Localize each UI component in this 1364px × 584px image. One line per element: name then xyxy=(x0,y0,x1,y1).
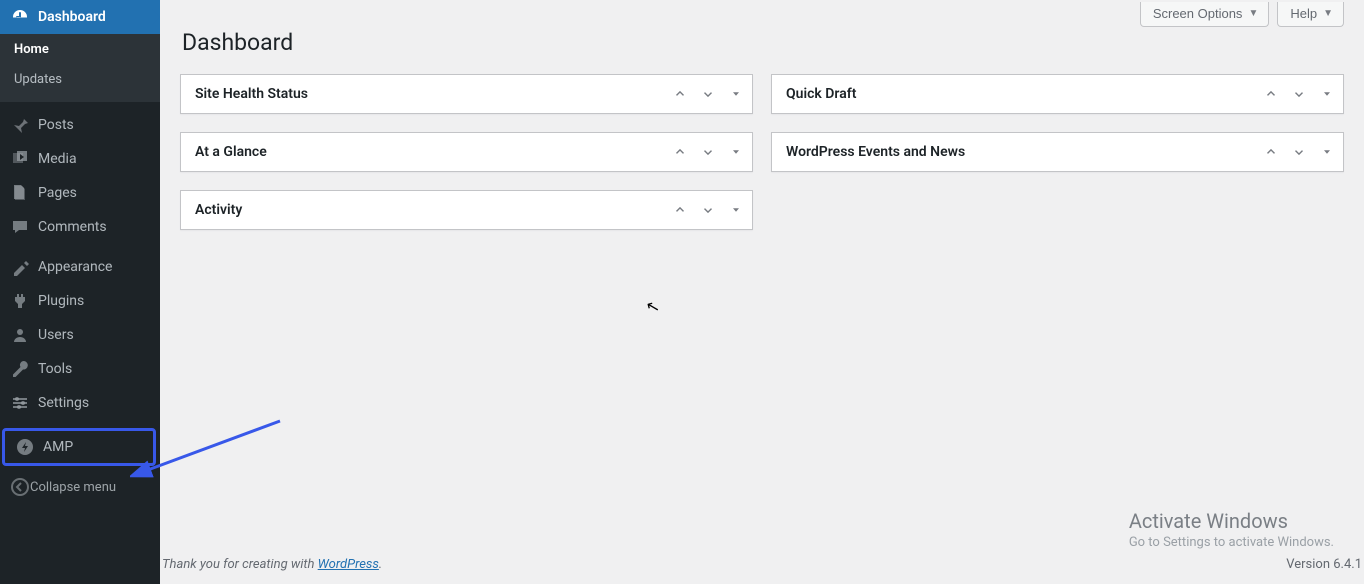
sidebar-subitem-label: Home xyxy=(14,42,49,57)
sidebar-item-label: Comments xyxy=(38,219,107,235)
toggle-panel-button[interactable] xyxy=(728,144,744,160)
postbox-events-news: WordPress Events and News xyxy=(771,132,1344,172)
postbox-title: At a Glance xyxy=(195,144,672,160)
media-icon xyxy=(10,149,30,169)
sidebar-item-label: Posts xyxy=(38,117,74,133)
sidebar-item-label: Users xyxy=(38,327,74,343)
tools-icon xyxy=(10,359,30,379)
sidebar-item-comments[interactable]: Comments xyxy=(0,210,160,244)
sidebar-item-users[interactable]: Users xyxy=(0,318,160,352)
screen-meta-toolbar: Screen Options ▼ Help ▼ xyxy=(180,0,1344,27)
collapse-menu-button[interactable]: Collapse menu xyxy=(0,470,160,504)
triangle-down-icon: ▼ xyxy=(1323,8,1333,19)
sidebar-item-label: Dashboard xyxy=(38,9,106,25)
postbox-title: Site Health Status xyxy=(195,86,672,102)
dashboard-icon xyxy=(10,7,30,27)
sidebar-subitem-updates[interactable]: Updates xyxy=(0,64,160,94)
toggle-panel-button[interactable] xyxy=(1319,144,1335,160)
sidebar-item-amp[interactable]: AMP xyxy=(5,431,153,463)
help-button[interactable]: Help ▼ xyxy=(1277,2,1344,27)
sidebar-item-label: Settings xyxy=(38,395,89,411)
postbox-at-a-glance: At a Glance xyxy=(180,132,753,172)
toggle-panel-button[interactable] xyxy=(1319,86,1335,102)
collapse-menu-label: Collapse menu xyxy=(30,480,116,495)
appearance-icon xyxy=(10,257,30,277)
help-label: Help xyxy=(1290,6,1317,21)
dashboard-column-left: Site Health Status xyxy=(180,74,753,230)
screen-options-button[interactable]: Screen Options ▼ xyxy=(1140,2,1270,27)
sidebar-item-tools[interactable]: Tools xyxy=(0,352,160,386)
screen-options-label: Screen Options xyxy=(1153,6,1243,21)
settings-icon xyxy=(10,393,30,413)
postbox-site-health: Site Health Status xyxy=(180,74,753,114)
sidebar-item-settings[interactable]: Settings xyxy=(0,386,160,420)
footer-suffix: . xyxy=(379,557,382,572)
sidebar-item-label: Media xyxy=(38,151,77,167)
sidebar-item-label: Tools xyxy=(38,361,72,377)
move-down-button[interactable] xyxy=(700,144,716,160)
sidebar-item-pages[interactable]: Pages xyxy=(0,176,160,210)
postbox-title: WordPress Events and News xyxy=(786,144,1263,160)
sidebar-subitem-label: Updates xyxy=(14,72,62,87)
users-icon xyxy=(10,325,30,345)
sidebar-item-appearance[interactable]: Appearance xyxy=(0,250,160,284)
footer-credit: Thank you for creating with WordPress. xyxy=(162,557,382,572)
move-up-button[interactable] xyxy=(1263,86,1279,102)
move-up-button[interactable] xyxy=(672,202,688,218)
page-title: Dashboard xyxy=(182,29,1344,56)
sidebar-item-label: AMP xyxy=(43,439,73,455)
move-up-button[interactable] xyxy=(672,86,688,102)
watermark-title: Activate Windows xyxy=(1129,509,1334,533)
admin-sidebar: Dashboard Home Updates Posts Media Pages… xyxy=(0,0,160,584)
postbox-quick-draft: Quick Draft xyxy=(771,74,1344,114)
toggle-panel-button[interactable] xyxy=(728,86,744,102)
sidebar-item-posts[interactable]: Posts xyxy=(0,108,160,142)
postbox-title: Activity xyxy=(195,202,672,218)
plugins-icon xyxy=(10,291,30,311)
move-up-button[interactable] xyxy=(672,144,688,160)
move-down-button[interactable] xyxy=(700,202,716,218)
sidebar-item-plugins[interactable]: Plugins xyxy=(0,284,160,318)
footer-prefix: Thank you for creating with xyxy=(162,557,318,572)
triangle-down-icon: ▼ xyxy=(1248,8,1258,19)
postbox-activity: Activity xyxy=(180,190,753,230)
collapse-icon xyxy=(10,477,30,497)
move-down-button[interactable] xyxy=(700,86,716,102)
sidebar-item-dashboard[interactable]: Dashboard xyxy=(0,0,160,34)
wordpress-link[interactable]: WordPress xyxy=(318,557,379,572)
sidebar-item-label: Plugins xyxy=(38,293,84,309)
footer-version: Version 6.4.1 xyxy=(1286,557,1362,572)
toggle-panel-button[interactable] xyxy=(728,202,744,218)
postbox-title: Quick Draft xyxy=(786,86,1263,102)
sidebar-item-label: Appearance xyxy=(38,259,112,275)
annotation-highlight-amp: AMP xyxy=(2,428,156,466)
watermark-subtitle: Go to Settings to activate Windows. xyxy=(1129,535,1334,550)
move-down-button[interactable] xyxy=(1291,86,1307,102)
move-up-button[interactable] xyxy=(1263,144,1279,160)
content-area: Screen Options ▼ Help ▼ Dashboard Site H… xyxy=(160,0,1364,584)
move-down-button[interactable] xyxy=(1291,144,1307,160)
sidebar-submenu-dashboard: Home Updates xyxy=(0,34,160,102)
comments-icon xyxy=(10,217,30,237)
sidebar-item-media[interactable]: Media xyxy=(0,142,160,176)
windows-watermark: Activate Windows Go to Settings to activ… xyxy=(1129,509,1334,550)
sidebar-subitem-home[interactable]: Home xyxy=(0,34,160,64)
pin-icon xyxy=(10,115,30,135)
sidebar-item-label: Pages xyxy=(38,185,77,201)
pages-icon xyxy=(10,183,30,203)
dashboard-column-right: Quick Draft xyxy=(771,74,1344,230)
amp-icon xyxy=(15,437,35,457)
